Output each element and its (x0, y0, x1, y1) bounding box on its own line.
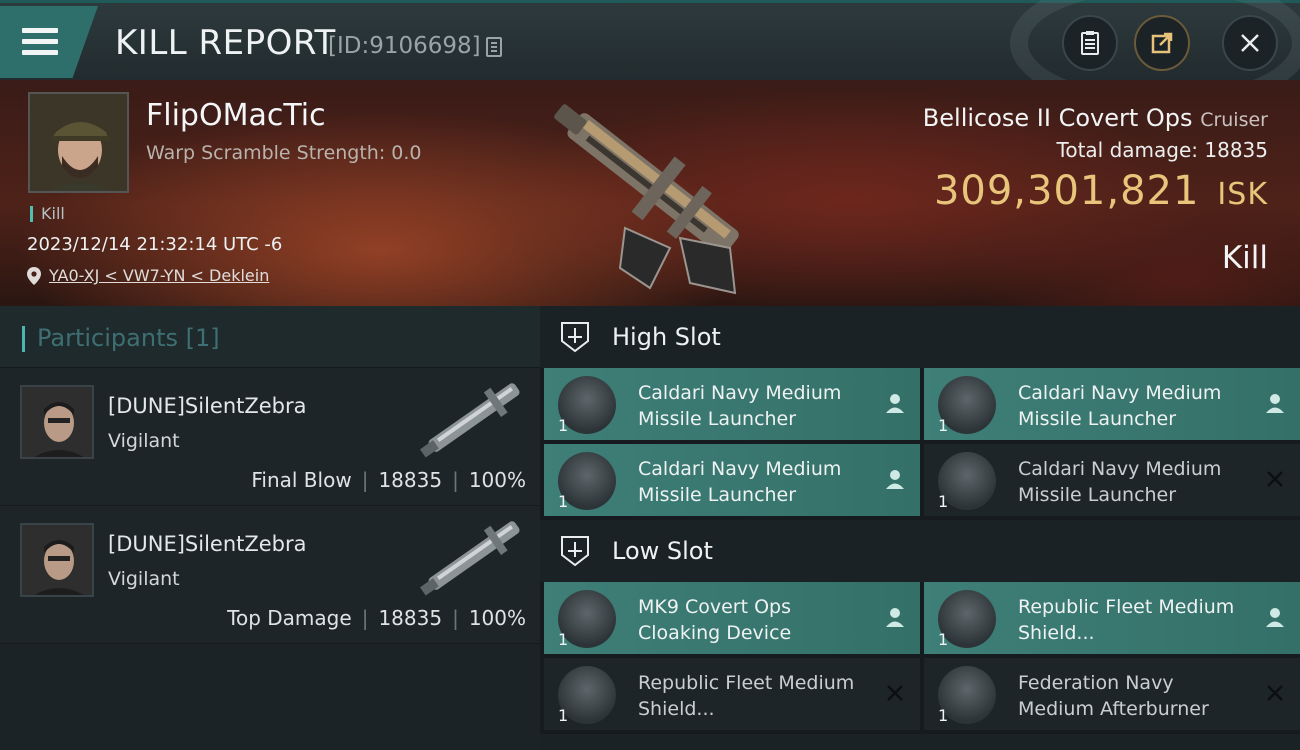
participant-stats: Top Damage | 18835 | 100% (227, 606, 526, 630)
shield-slot-icon (561, 322, 589, 353)
person-icon (886, 608, 904, 627)
total-damage-label: Total damage: (1056, 138, 1199, 162)
module-quantity: 1 (558, 416, 569, 435)
participant-stats: Final Blow | 18835 | 100% (251, 468, 526, 492)
module-tile[interactable]: 1 Federation Navy Medium Afterburner (924, 658, 1300, 730)
participant-damage: 18835 (378, 468, 443, 492)
kill-location[interactable]: YA0-XJ < VW7-YN < Deklein (27, 266, 269, 285)
title-bar: KILL REPORT [ID:9106698] (0, 0, 1300, 113)
module-name: Caldari Navy Medium Missile Launcher (638, 382, 842, 430)
clipboard-icon (1081, 31, 1099, 55)
ship-class: Cruiser (1200, 109, 1268, 131)
total-damage-value: 18835 (1204, 138, 1268, 162)
hamburger-icon (22, 28, 58, 56)
module-tile[interactable]: 1 Caldari Navy Medium Missile Launcher (924, 368, 1300, 440)
module-name: Republic Fleet Medium Shield... (638, 672, 855, 720)
victim-ship-image (554, 104, 739, 295)
participant-ship-image (419, 521, 520, 596)
result-label: Kill (1221, 240, 1268, 276)
participant-role: Final Blow (251, 468, 352, 492)
participant-percent: 100% (468, 606, 526, 630)
close-button[interactable] (1222, 15, 1278, 71)
total-damage: Total damage: 18835 (1057, 138, 1268, 162)
module-tile[interactable]: 1 Caldari Navy Medium Missile Launcher (544, 368, 920, 440)
participant-ship: Vigilant (108, 568, 180, 590)
low-slot-grid: 1 MK9 Covert Ops Cloaking Device 1 Republic… (540, 582, 1300, 734)
module-tile[interactable]: 1 Republic Fleet Medium Shield... (924, 582, 1300, 654)
x-icon (1267, 685, 1283, 701)
module-name: MK9 Covert Ops Cloaking Device (638, 596, 792, 644)
participant-portrait (22, 387, 92, 457)
location-pin-icon (27, 266, 41, 285)
x-icon (887, 685, 903, 701)
menu-button[interactable] (0, 6, 98, 78)
module-quantity: 1 (938, 492, 949, 511)
participant-row[interactable]: [DUNE]SilentZebra Vigilant Top Damage | … (0, 506, 540, 644)
participant-damage: 18835 (378, 606, 443, 630)
module-name: Caldari Navy Medium Missile Launcher (1018, 382, 1222, 430)
isk-unit: ISK (1217, 177, 1268, 212)
share-icon (1151, 32, 1173, 54)
participant-name[interactable]: [DUNE]SilentZebra (108, 532, 307, 556)
module-name: Republic Fleet Medium Shield... (1018, 596, 1235, 644)
victim-banner: FlipOMacTic Warp Scramble Strength: 0.0 … (0, 80, 1300, 306)
module-quantity: 1 (558, 706, 569, 725)
person-icon (1266, 608, 1284, 627)
person-icon (886, 470, 904, 489)
x-icon (1267, 471, 1283, 487)
victim-name[interactable]: FlipOMacTic (146, 98, 326, 133)
module-name: Caldari Navy Medium Missile Launcher (1018, 458, 1222, 506)
participant-ship: Vigilant (108, 430, 180, 452)
high-slot-title: High Slot (612, 323, 721, 351)
module-tile[interactable]: 1 Caldari Navy Medium Missile Launcher (924, 444, 1300, 516)
person-icon (886, 394, 904, 413)
close-icon (1241, 34, 1259, 52)
copy-icon[interactable] (486, 37, 502, 57)
low-slot-title: Low Slot (612, 537, 713, 565)
participants-header: Participants [1] (0, 306, 540, 368)
report-id: [ID:9106698] (328, 33, 481, 59)
kill-timestamp: 2023/12/14 21:32:14 UTC -6 (27, 234, 283, 255)
module-tile[interactable]: 1 MK9 Covert Ops Cloaking Device (544, 582, 920, 654)
participant-portrait (22, 525, 92, 595)
participants-title: Participants [1] (37, 324, 220, 352)
pilot-portrait (30, 94, 127, 191)
participant-name[interactable]: [DUNE]SilentZebra (108, 394, 307, 418)
module-name: Federation Navy Medium Afterburner (1018, 672, 1209, 720)
module-quantity: 1 (558, 630, 569, 649)
high-slot-header: High Slot (540, 306, 1300, 368)
isk-value: 309,301,821 ISK (934, 168, 1268, 214)
kill-tag: Kill (30, 206, 65, 222)
warp-scramble-strength: Warp Scramble Strength: 0.0 (146, 142, 422, 164)
low-slot-header: Low Slot (540, 520, 1300, 582)
ship-name: Bellicose II Covert Ops (922, 104, 1193, 132)
module-name: Caldari Navy Medium Missile Launcher (638, 458, 842, 506)
module-quantity: 1 (938, 416, 949, 435)
fitting-panel: High Slot 1 Caldari Navy Medium Missile L… (540, 306, 1300, 750)
participant-percent: 100% (468, 468, 526, 492)
module-tile[interactable]: 1 Republic Fleet Medium Shield... (544, 658, 920, 730)
location-link[interactable]: YA0-XJ < VW7-YN < Deklein (49, 266, 269, 285)
module-tile[interactable]: 1 Caldari Navy Medium Missile Launcher (544, 444, 920, 516)
victim-ship-type: Bellicose II Covert Ops Cruiser (923, 104, 1268, 132)
module-quantity: 1 (938, 630, 949, 649)
isk-amount: 309,301,821 (933, 168, 1200, 214)
victim-avatar[interactable] (28, 92, 129, 193)
shield-slot-icon (561, 536, 589, 567)
participant-avatar[interactable] (20, 385, 94, 459)
clipboard-button[interactable] (1062, 15, 1118, 71)
page-title: KILL REPORT (115, 23, 336, 63)
next-slot-header-peek (540, 734, 1300, 750)
participant-row[interactable]: [DUNE]SilentZebra Vigilant Final Blow | … (0, 368, 540, 506)
person-icon (1266, 394, 1284, 413)
participants-panel: Participants [1] [DUNE]SilentZebra Vigil… (0, 306, 540, 750)
participant-role: Top Damage (227, 606, 352, 630)
participant-ship-image (419, 383, 520, 458)
module-quantity: 1 (558, 492, 569, 511)
module-quantity: 1 (938, 706, 949, 725)
participant-avatar[interactable] (20, 523, 94, 597)
high-slot-grid: 1 Caldari Navy Medium Missile Launcher 1 Ca… (540, 368, 1300, 520)
share-button[interactable] (1134, 15, 1190, 71)
